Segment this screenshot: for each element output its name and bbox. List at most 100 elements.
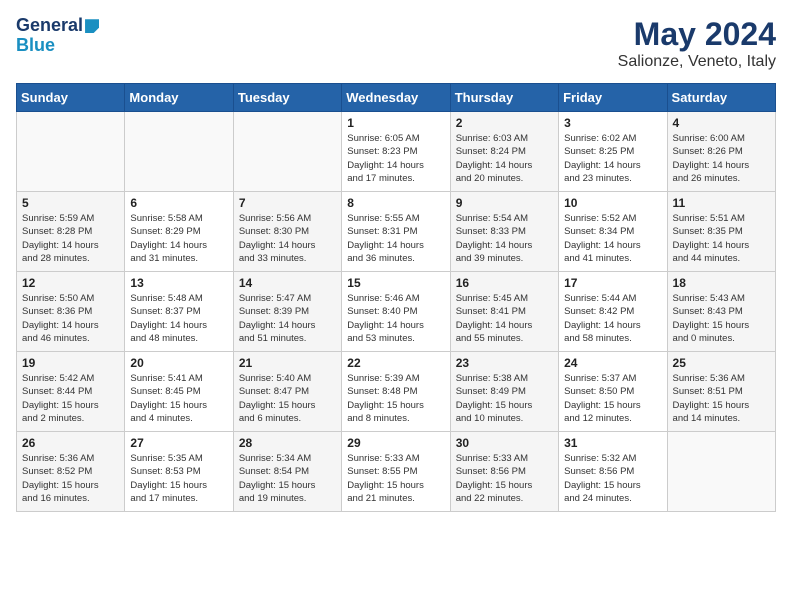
day-info: Sunrise: 5:38 AM Sunset: 8:49 PM Dayligh… <box>456 372 553 425</box>
logo-blue-text: Blue <box>16 36 99 56</box>
calendar-cell: 8 Sunrise: 5:55 AM Sunset: 8:31 PM Daylig… <box>342 192 450 272</box>
calendar-cell: 15Sunrise: 5:46 AM Sunset: 8:40 PM Dayli… <box>342 272 450 352</box>
day-number: 12 <box>22 276 119 290</box>
day-info: Sunrise: 5:35 AM Sunset: 8:53 PM Dayligh… <box>130 452 227 505</box>
day-number: 7 <box>239 196 336 210</box>
day-number: 5 <box>22 196 119 210</box>
title-area: May 2024 Salionze, Veneto, Italy <box>618 16 776 71</box>
day-number: 8 <box>347 196 444 210</box>
calendar-week-row: 26 Sunrise: 5:36 AM Sunset: 8:52 PM Dayli… <box>17 432 776 512</box>
logo-icon <box>85 19 99 33</box>
day-number: 19 <box>22 356 119 370</box>
calendar-cell: 17 Sunrise: 5:44 AM Sunset: 8:42 PM Dayli… <box>559 272 667 352</box>
day-number: 18 <box>673 276 770 290</box>
calendar-cell <box>233 112 341 192</box>
day-info: Sunrise: 5:36 AM Sunset: 8:52 PM Dayligh… <box>22 452 119 505</box>
calendar-cell: 27 Sunrise: 5:35 AM Sunset: 8:53 PM Dayli… <box>125 432 233 512</box>
day-info: Sunrise: 6:03 AM Sunset: 8:24 PM Dayligh… <box>456 132 553 185</box>
weekday-header: Monday <box>125 84 233 112</box>
day-number: 13 <box>130 276 227 290</box>
day-info: Sunrise: 5:50 AM Sunset: 8:36 PM Dayligh… <box>22 292 119 345</box>
calendar-cell: 18 Sunrise: 5:43 AM Sunset: 8:43 PM Dayli… <box>667 272 775 352</box>
day-number: 1 <box>347 116 444 130</box>
day-info: Sunrise: 5:34 AM Sunset: 8:54 PM Dayligh… <box>239 452 336 505</box>
day-number: 29 <box>347 436 444 450</box>
day-number: 4 <box>673 116 770 130</box>
day-number: 6 <box>130 196 227 210</box>
calendar-cell: 10 Sunrise: 5:52 AM Sunset: 8:34 PM Dayli… <box>559 192 667 272</box>
weekday-header: Wednesday <box>342 84 450 112</box>
calendar-cell: 13Sunrise: 5:48 AM Sunset: 8:37 PM Dayli… <box>125 272 233 352</box>
day-info: Sunrise: 5:52 AM Sunset: 8:34 PM Dayligh… <box>564 212 661 265</box>
day-info: Sunrise: 5:32 AM Sunset: 8:56 PM Dayligh… <box>564 452 661 505</box>
day-number: 22 <box>347 356 444 370</box>
day-info: Sunrise: 5:51 AM Sunset: 8:35 PM Dayligh… <box>673 212 770 265</box>
day-number: 27 <box>130 436 227 450</box>
calendar-cell <box>17 112 125 192</box>
day-info: Sunrise: 5:37 AM Sunset: 8:50 PM Dayligh… <box>564 372 661 425</box>
calendar-cell <box>667 432 775 512</box>
day-number: 17 <box>564 276 661 290</box>
day-info: Sunrise: 5:40 AM Sunset: 8:47 PM Dayligh… <box>239 372 336 425</box>
logo-general-text: General <box>16 15 83 35</box>
calendar-week-row: 1 Sunrise: 6:05 AM Sunset: 8:23 PM Daylig… <box>17 112 776 192</box>
day-info: Sunrise: 6:05 AM Sunset: 8:23 PM Dayligh… <box>347 132 444 185</box>
calendar-cell: 24 Sunrise: 5:37 AM Sunset: 8:50 PM Dayli… <box>559 352 667 432</box>
calendar-cell: 26 Sunrise: 5:36 AM Sunset: 8:52 PM Dayli… <box>17 432 125 512</box>
day-info: Sunrise: 5:59 AM Sunset: 8:28 PM Dayligh… <box>22 212 119 265</box>
calendar-cell: 28 Sunrise: 5:34 AM Sunset: 8:54 PM Dayli… <box>233 432 341 512</box>
day-number: 20 <box>130 356 227 370</box>
day-info: Sunrise: 5:41 AM Sunset: 8:45 PM Dayligh… <box>130 372 227 425</box>
day-number: 11 <box>673 196 770 210</box>
day-number: 30 <box>456 436 553 450</box>
day-number: 2 <box>456 116 553 130</box>
calendar-cell: 31 Sunrise: 5:32 AM Sunset: 8:56 PM Dayli… <box>559 432 667 512</box>
calendar-cell: 5 Sunrise: 5:59 AM Sunset: 8:28 PM Daylig… <box>17 192 125 272</box>
calendar-cell: 12 Sunrise: 5:50 AM Sunset: 8:36 PM Dayli… <box>17 272 125 352</box>
day-number: 14 <box>239 276 336 290</box>
day-number: 10 <box>564 196 661 210</box>
weekday-header: Tuesday <box>233 84 341 112</box>
day-number: 25 <box>673 356 770 370</box>
calendar-table: SundayMondayTuesdayWednesdayThursdayFrid… <box>16 83 776 512</box>
calendar-cell: 7 Sunrise: 5:56 AM Sunset: 8:30 PM Daylig… <box>233 192 341 272</box>
month-title: May 2024 <box>618 16 776 53</box>
logo: General Blue <box>16 16 99 56</box>
day-info: Sunrise: 5:55 AM Sunset: 8:31 PM Dayligh… <box>347 212 444 265</box>
day-info: Sunrise: 5:56 AM Sunset: 8:30 PM Dayligh… <box>239 212 336 265</box>
weekday-header-row: SundayMondayTuesdayWednesdayThursdayFrid… <box>17 84 776 112</box>
day-info: Sunrise: 6:02 AM Sunset: 8:25 PM Dayligh… <box>564 132 661 185</box>
day-info: Sunrise: 5:46 AM Sunset: 8:40 PM Dayligh… <box>347 292 444 345</box>
calendar-cell: 2 Sunrise: 6:03 AM Sunset: 8:24 PM Daylig… <box>450 112 558 192</box>
weekday-header: Saturday <box>667 84 775 112</box>
day-info: Sunrise: 5:36 AM Sunset: 8:51 PM Dayligh… <box>673 372 770 425</box>
calendar-cell: 6Sunrise: 5:58 AM Sunset: 8:29 PM Daylig… <box>125 192 233 272</box>
calendar-cell: 1 Sunrise: 6:05 AM Sunset: 8:23 PM Daylig… <box>342 112 450 192</box>
day-info: Sunrise: 6:00 AM Sunset: 8:26 PM Dayligh… <box>673 132 770 185</box>
day-info: Sunrise: 5:42 AM Sunset: 8:44 PM Dayligh… <box>22 372 119 425</box>
day-info: Sunrise: 5:39 AM Sunset: 8:48 PM Dayligh… <box>347 372 444 425</box>
calendar-week-row: 19 Sunrise: 5:42 AM Sunset: 8:44 PM Dayli… <box>17 352 776 432</box>
day-number: 26 <box>22 436 119 450</box>
calendar-week-row: 5 Sunrise: 5:59 AM Sunset: 8:28 PM Daylig… <box>17 192 776 272</box>
calendar-cell: 22 Sunrise: 5:39 AM Sunset: 8:48 PM Dayli… <box>342 352 450 432</box>
day-info: Sunrise: 5:43 AM Sunset: 8:43 PM Dayligh… <box>673 292 770 345</box>
day-info: Sunrise: 5:44 AM Sunset: 8:42 PM Dayligh… <box>564 292 661 345</box>
calendar-cell: 20 Sunrise: 5:41 AM Sunset: 8:45 PM Dayli… <box>125 352 233 432</box>
day-info: Sunrise: 5:33 AM Sunset: 8:56 PM Dayligh… <box>456 452 553 505</box>
calendar-cell: 3 Sunrise: 6:02 AM Sunset: 8:25 PM Daylig… <box>559 112 667 192</box>
day-number: 3 <box>564 116 661 130</box>
location: Salionze, Veneto, Italy <box>618 53 776 71</box>
calendar-cell: 25 Sunrise: 5:36 AM Sunset: 8:51 PM Dayli… <box>667 352 775 432</box>
calendar-cell: 29Sunrise: 5:33 AM Sunset: 8:55 PM Dayli… <box>342 432 450 512</box>
weekday-header: Friday <box>559 84 667 112</box>
calendar-cell: 11 Sunrise: 5:51 AM Sunset: 8:35 PM Dayli… <box>667 192 775 272</box>
weekday-header: Sunday <box>17 84 125 112</box>
day-info: Sunrise: 5:54 AM Sunset: 8:33 PM Dayligh… <box>456 212 553 265</box>
day-number: 28 <box>239 436 336 450</box>
day-number: 16 <box>456 276 553 290</box>
day-number: 24 <box>564 356 661 370</box>
day-number: 31 <box>564 436 661 450</box>
day-number: 23 <box>456 356 553 370</box>
calendar-cell: 19 Sunrise: 5:42 AM Sunset: 8:44 PM Dayli… <box>17 352 125 432</box>
